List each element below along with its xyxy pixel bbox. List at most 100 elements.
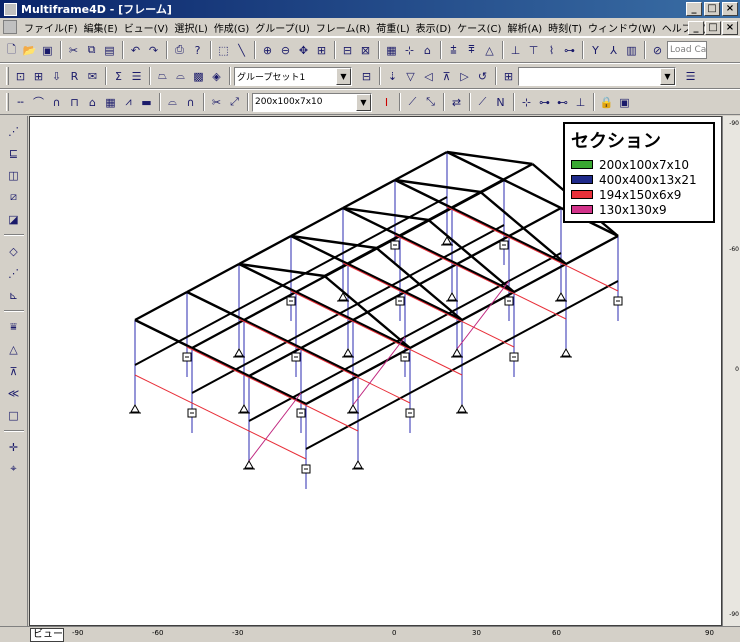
load-arrow-icon[interactable]: ⇣	[384, 67, 401, 85]
spring-support-icon[interactable]: ≪	[5, 384, 22, 402]
maximize-button[interactable]: □	[704, 2, 720, 16]
beam-icon[interactable]: ▬	[138, 93, 155, 111]
node-move-icon[interactable]: ⊶	[536, 93, 553, 111]
load-moment-icon[interactable]: ↺	[474, 67, 491, 85]
case-table-icon[interactable]: ☰	[682, 67, 699, 85]
group-set-combo[interactable]: グループセット1 ▼	[234, 66, 352, 86]
table-icon[interactable]: ▥	[623, 41, 640, 59]
gable-icon[interactable]: ⌂	[84, 93, 101, 111]
lock-icon[interactable]: 🔒	[598, 93, 615, 111]
open-folder-icon[interactable]: 📂	[21, 41, 38, 59]
member-tool-icon[interactable]: ⊑	[5, 144, 22, 162]
fixed-support-icon[interactable]: ⩸	[5, 318, 22, 336]
load-left-icon[interactable]: ◁	[420, 67, 437, 85]
orient-alt-icon[interactable]: ⅄	[605, 41, 622, 59]
mdi-close-button[interactable]: ×	[722, 21, 738, 35]
target-tool-icon[interactable]: ⌖	[5, 460, 22, 478]
n-shape-icon[interactable]: N	[492, 93, 509, 111]
truss-icon[interactable]: ⩘	[120, 93, 137, 111]
load-right-icon[interactable]: ▷	[456, 67, 473, 85]
vault-icon[interactable]: ∩	[182, 93, 199, 111]
dimension-icon[interactable]: ⊾	[5, 286, 22, 304]
close-button[interactable]: ×	[722, 2, 738, 16]
section-combo[interactable]: 200x100x7x10 ▼	[252, 92, 372, 112]
node-align-icon[interactable]: ⊷	[554, 93, 571, 111]
paste-icon[interactable]: ▤	[101, 41, 118, 59]
new-file-icon[interactable]: 🗋	[3, 41, 20, 59]
flip-icon[interactable]: ⇄	[448, 93, 465, 111]
split-icon[interactable]: ✂	[208, 93, 225, 111]
properties-icon[interactable]: ☰	[128, 67, 145, 85]
menu-load[interactable]: 荷重(L)	[373, 20, 412, 35]
load-case-field[interactable]: Load Cas	[667, 41, 707, 59]
eraser-icon[interactable]: ◇	[5, 242, 22, 260]
node-level-icon[interactable]: ⊥	[572, 93, 589, 111]
orient-icon[interactable]: Y	[587, 41, 604, 59]
group-mail-icon[interactable]: ✉	[84, 67, 101, 85]
sum-icon[interactable]: Σ	[110, 67, 127, 85]
copy-icon[interactable]: ⧉	[83, 41, 100, 59]
menu-case[interactable]: ケース(C)	[454, 20, 504, 35]
spring-icon[interactable]: ⌇	[543, 41, 560, 59]
save-icon[interactable]: ▣	[39, 41, 56, 59]
chevron-down-icon[interactable]: ▼	[660, 67, 675, 85]
menu-group[interactable]: グループ(U)	[252, 20, 313, 35]
menu-select[interactable]: 選択(L)	[171, 20, 210, 35]
menu-time[interactable]: 時刻(T)	[545, 20, 585, 35]
menu-file[interactable]: ファイル(F)	[21, 20, 81, 35]
view-tab[interactable]: ビュー	[30, 628, 64, 642]
cross-tool-icon[interactable]: ✛	[5, 438, 22, 456]
box-tool-icon[interactable]: □	[5, 406, 22, 424]
vertical-ruler[interactable]: -90 -60 0 -90	[722, 116, 740, 626]
snap-icon[interactable]: ⊹	[401, 41, 418, 59]
picture-icon[interactable]: ▣	[616, 93, 633, 111]
release-icon[interactable]: ⩱	[463, 41, 480, 59]
select-icon[interactable]: ⬚	[215, 41, 232, 59]
group-new-icon[interactable]: ⊡	[12, 67, 29, 85]
dome-icon[interactable]: ⌓	[164, 93, 181, 111]
dotted-tool-icon[interactable]: ⋰	[5, 264, 22, 282]
column-tool-icon[interactable]: ◫	[5, 166, 22, 184]
load-temp-icon[interactable]: ⊼	[438, 67, 455, 85]
print-icon[interactable]: ⎙	[171, 41, 188, 59]
pin-support-icon[interactable]: △	[5, 340, 22, 358]
menu-edit[interactable]: 編集(E)	[81, 20, 121, 35]
portal-icon[interactable]: ⊓	[66, 93, 83, 111]
node-tool-icon[interactable]: ⋰	[5, 122, 22, 140]
group-r-icon[interactable]: R	[66, 67, 83, 85]
i-section-icon[interactable]: I	[378, 93, 395, 111]
plate-tool-icon[interactable]: ◪	[5, 210, 22, 228]
minimize-button[interactable]: _	[686, 2, 702, 16]
load-table-icon[interactable]: ⊞	[500, 67, 517, 85]
member-icon[interactable]: ╌	[12, 93, 29, 111]
axis-icon[interactable]: ⊥	[507, 41, 524, 59]
toolbar-grip[interactable]	[6, 67, 9, 85]
section-shape-icon[interactable]: ⏢	[154, 67, 171, 85]
roller-support-icon[interactable]: ⊼	[5, 362, 22, 380]
diagonal-icon[interactable]: ⟋	[474, 93, 491, 111]
stop-icon[interactable]: ⊘	[649, 41, 666, 59]
mdi-restore-button[interactable]: □	[705, 21, 721, 35]
cut-icon[interactable]: ✂	[65, 41, 82, 59]
zoom-in-icon[interactable]: ⊕	[259, 41, 276, 59]
restraint-icon[interactable]: ⩲	[445, 41, 462, 59]
curved-member-icon[interactable]: ⌒	[30, 93, 47, 111]
section-view-icon[interactable]: ⊠	[357, 41, 374, 59]
menu-create[interactable]: 作成(G)	[211, 20, 253, 35]
arch-icon[interactable]: ⌓	[172, 67, 189, 85]
support-icon[interactable]: △	[481, 41, 498, 59]
mdi-minimize-button[interactable]: _	[688, 21, 704, 35]
menu-window[interactable]: ウィンドウ(W)	[585, 20, 659, 35]
node-icon[interactable]: ⌂	[419, 41, 436, 59]
menu-view[interactable]: ビュー(V)	[121, 20, 172, 35]
zoom-out-icon[interactable]: ⊖	[277, 41, 294, 59]
chevron-down-icon[interactable]: ▼	[336, 67, 351, 85]
help-pointer-icon[interactable]: ?	[189, 41, 206, 59]
distributed-load-icon[interactable]: ▽	[402, 67, 419, 85]
node-add-icon[interactable]: ⊹	[518, 93, 535, 111]
menu-analyze[interactable]: 解析(A)	[504, 20, 545, 35]
color-icon[interactable]: ◈	[208, 67, 225, 85]
extend-icon[interactable]: ⤢	[226, 93, 243, 111]
group-add-icon[interactable]: ⊞	[30, 67, 47, 85]
undo-icon[interactable]: ↶	[127, 41, 144, 59]
